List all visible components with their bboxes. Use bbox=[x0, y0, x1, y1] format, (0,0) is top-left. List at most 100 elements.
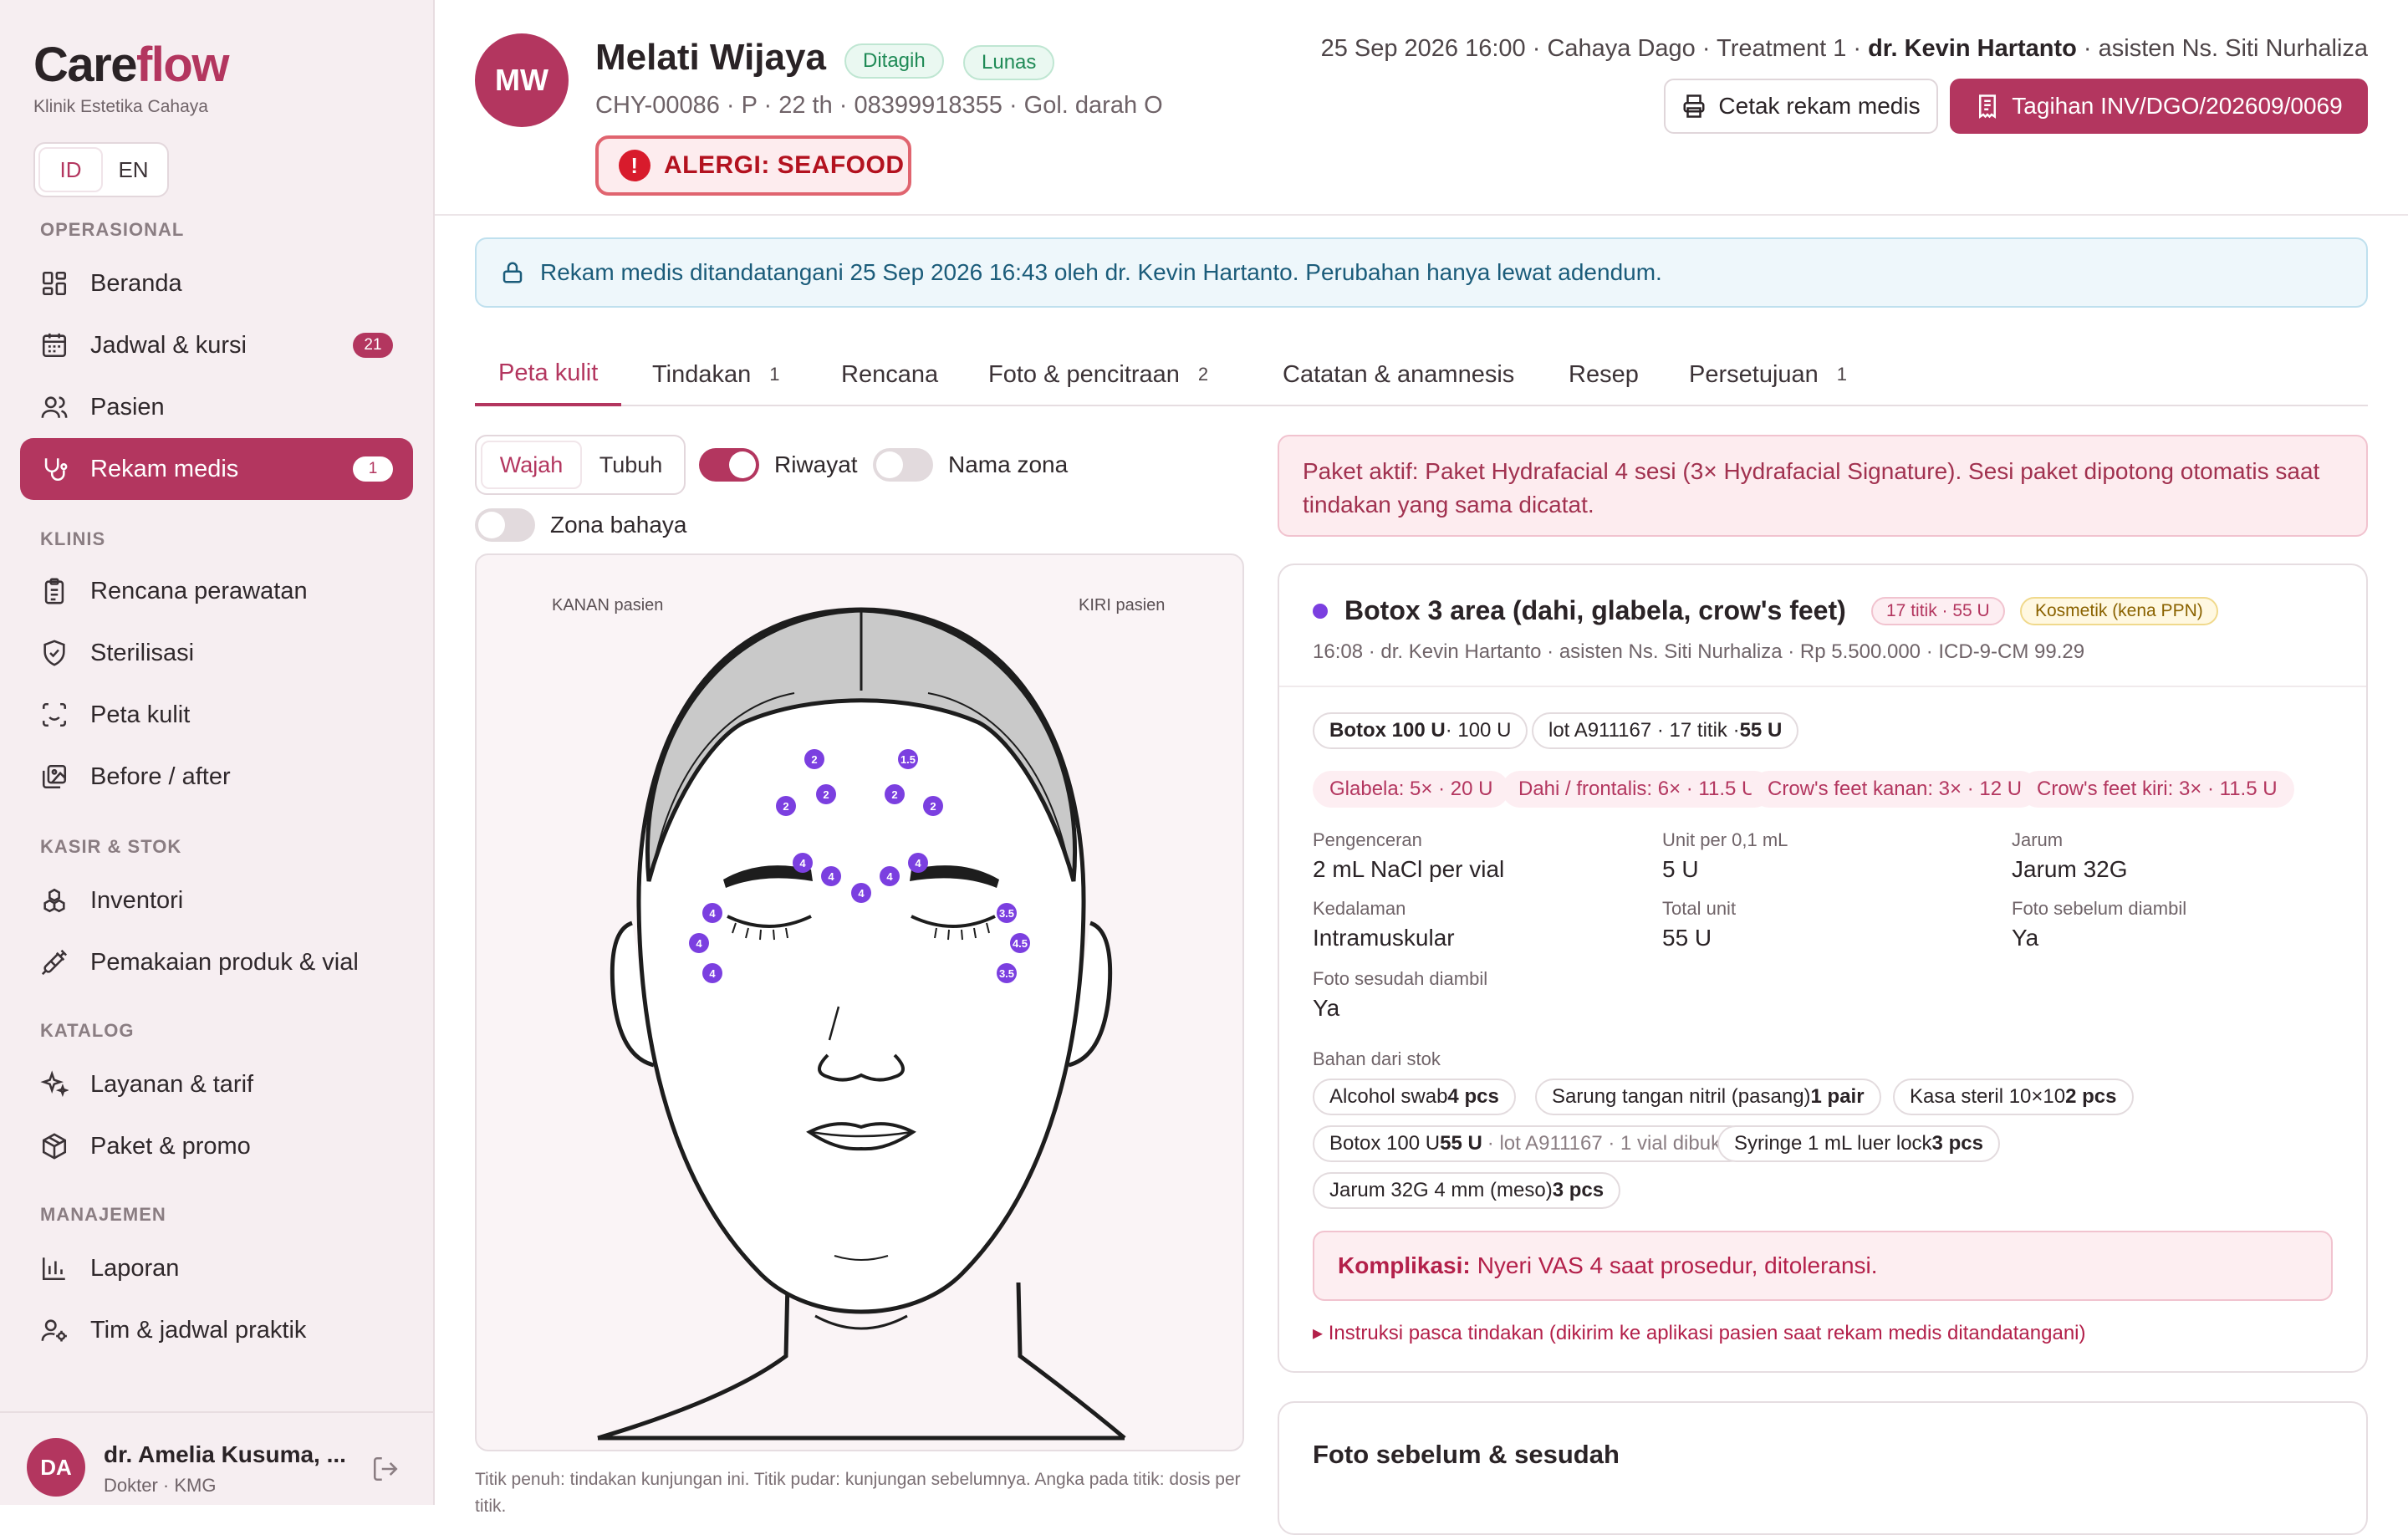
injection-point[interactable]: 2 bbox=[776, 796, 796, 816]
tab-foto[interactable]: Foto & pencitraan 2 bbox=[988, 343, 1208, 406]
injection-point[interactable]: 4.5 bbox=[1010, 933, 1030, 953]
section-manajemen: MANAJEMEN bbox=[40, 1204, 166, 1225]
face-map-legend: Titik penuh: tindakan kunjungan ini. Tit… bbox=[475, 1470, 1241, 1516]
active-package-notice: Paket aktif: Paket Hydrafacial 4 sesi (3… bbox=[1278, 435, 2368, 537]
history-toggle[interactable]: Riwayat bbox=[699, 448, 858, 482]
lang-en-option[interactable]: EN bbox=[103, 147, 164, 192]
right-side-label: KANAN pasien bbox=[552, 596, 663, 615]
nav-label: Jadwal & kursi bbox=[90, 331, 247, 359]
post-procedure-instructions-toggle[interactable]: ▸ Instruksi pasca tindakan (dikirim ke a… bbox=[1313, 1321, 2086, 1345]
injection-point[interactable]: 4 bbox=[689, 933, 709, 953]
stock-chip: Sarung tangan nitril (pasang) 1 pair bbox=[1535, 1079, 1881, 1115]
nav-laporan[interactable]: Laporan bbox=[20, 1237, 413, 1299]
logout-icon[interactable] bbox=[371, 1455, 400, 1483]
svg-text:4: 4 bbox=[709, 907, 716, 920]
nav-label: Paket & promo bbox=[90, 1132, 251, 1160]
clinic-name: Klinik Estetika Cahaya bbox=[33, 97, 208, 116]
injection-point[interactable]: 4 bbox=[908, 853, 928, 873]
injection-point[interactable]: 2 bbox=[885, 784, 905, 804]
visit-info: 25 Sep 2026 16:00 · Cahaya Dago · Treatm… bbox=[1320, 35, 2368, 62]
injection-point[interactable]: 1.5 bbox=[898, 749, 918, 769]
svg-text:4: 4 bbox=[886, 870, 893, 883]
tab-tindakan[interactable]: Tindakan 1 bbox=[652, 343, 779, 406]
view-body-option[interactable]: Tubuh bbox=[582, 441, 680, 489]
photos-card: Foto sebelum & sesudah bbox=[1278, 1401, 2368, 1535]
tab-catatan[interactable]: Catatan & anamnesis bbox=[1283, 343, 1514, 406]
sidebar: Careflow Klinik Estetika Cahaya ID EN OP… bbox=[0, 0, 435, 1505]
language-switch[interactable]: ID EN bbox=[33, 142, 169, 197]
points-tag: 17 titik · 55 U bbox=[1871, 597, 2005, 625]
injection-point[interactable]: 4 bbox=[880, 866, 900, 886]
print-record-button[interactable]: Cetak rekam medis bbox=[1664, 79, 1938, 134]
danger-zone-toggle[interactable]: Zona bahaya bbox=[475, 508, 686, 542]
section-kasir-stok: KASIR & STOK bbox=[40, 836, 182, 857]
avatar[interactable]: DA bbox=[27, 1438, 85, 1497]
svg-text:3.5: 3.5 bbox=[999, 967, 1014, 980]
nav-jadwal[interactable]: Jadwal & kursi 21 bbox=[20, 314, 413, 376]
zone-names-toggle[interactable]: Nama zona bbox=[873, 448, 1068, 482]
nav-paket-promo[interactable]: Paket & promo bbox=[20, 1115, 413, 1177]
nav-peta-kulit[interactable]: Peta kulit bbox=[20, 684, 413, 746]
injection-point[interactable]: 2 bbox=[816, 784, 836, 804]
nav-inventori[interactable]: Inventori bbox=[20, 869, 413, 931]
nav-rekam-medis[interactable]: Rekam medis 1 bbox=[20, 438, 413, 500]
lock-icon bbox=[503, 262, 523, 283]
tab-rencana[interactable]: Rencana bbox=[841, 343, 938, 406]
invoice-button[interactable]: Tagihan INV/DGO/202609/0069 bbox=[1950, 79, 2368, 134]
shield-check-icon bbox=[43, 640, 65, 666]
lang-id-option[interactable]: ID bbox=[38, 147, 103, 192]
svg-text:4: 4 bbox=[696, 937, 702, 950]
section-katalog: KATALOG bbox=[40, 1020, 135, 1041]
stock-chip: Jarum 32G 4 mm (meso) 3 pcs bbox=[1313, 1172, 1621, 1209]
injection-point[interactable]: 4 bbox=[821, 866, 841, 886]
toggle-switch[interactable] bbox=[475, 508, 535, 542]
stock-chip: Syringe 1 mL luer lock 3 pcs bbox=[1717, 1125, 2000, 1162]
signed-notice: Rekam medis ditandatangani 25 Sep 2026 1… bbox=[475, 237, 2368, 308]
field-photo-after: Foto sesudah diambil Ya bbox=[1313, 968, 1488, 1021]
tab-resep[interactable]: Resep bbox=[1569, 343, 1639, 406]
injection-point[interactable]: 3.5 bbox=[997, 963, 1017, 983]
tab-peta-kulit[interactable]: Peta kulit bbox=[475, 343, 622, 406]
injection-point[interactable]: 4 bbox=[702, 963, 722, 983]
bar-chart-icon bbox=[42, 1257, 65, 1281]
sparkles-icon bbox=[40, 1070, 69, 1098]
nav-label: Tim & jadwal praktik bbox=[90, 1316, 307, 1344]
svg-text:2: 2 bbox=[811, 753, 817, 766]
injection-point[interactable]: 4 bbox=[851, 883, 871, 903]
stock-chip: Kasa steril 10×10 2 pcs bbox=[1893, 1079, 2134, 1115]
nav-before-after[interactable]: Before / after bbox=[20, 746, 413, 808]
brand-logo[interactable]: Careflow bbox=[33, 37, 229, 93]
procedure-meta: 16:08 · dr. Kevin Hartanto · asisten Ns.… bbox=[1313, 640, 2085, 663]
injection-point[interactable]: 2 bbox=[804, 749, 824, 769]
toggle-switch[interactable] bbox=[873, 448, 933, 482]
patient-avatar: MW bbox=[475, 33, 569, 127]
nav-tim-jadwal[interactable]: Tim & jadwal praktik bbox=[20, 1299, 413, 1361]
nav-label: Pemakaian produk & vial bbox=[90, 948, 359, 976]
nav-label: Rencana perawatan bbox=[90, 577, 308, 604]
face-map[interactable]: KANAN pasien KIRI pasien 2 1.5 2 2 2 2 4… bbox=[475, 553, 1244, 1451]
nav-beranda[interactable]: Beranda bbox=[20, 252, 413, 314]
section-klinis: KLINIS bbox=[40, 528, 106, 549]
view-face-option[interactable]: Wajah bbox=[481, 441, 582, 489]
nav-sterilisasi[interactable]: Sterilisasi bbox=[20, 622, 413, 684]
nav-label: Rekam medis bbox=[90, 455, 239, 482]
user-name: dr. Amelia Kusuma, ... bbox=[104, 1441, 346, 1467]
patient-name: Melati Wijaya bbox=[595, 37, 826, 78]
nav-layanan-tarif[interactable]: Layanan & tarif bbox=[20, 1053, 413, 1115]
toggle-switch[interactable] bbox=[699, 448, 759, 482]
svg-text:2: 2 bbox=[823, 788, 829, 801]
status-dot bbox=[1313, 603, 1328, 619]
nav-rencana-perawatan[interactable]: Rencana perawatan bbox=[20, 560, 413, 622]
section-operasional: OPERASIONAL bbox=[40, 219, 185, 240]
nav-label: Sterilisasi bbox=[90, 639, 195, 666]
nav-pemakaian-produk[interactable]: Pemakaian produk & vial bbox=[20, 931, 413, 993]
nav-pasien[interactable]: Pasien bbox=[20, 376, 413, 438]
view-switch[interactable]: Wajah Tubuh bbox=[475, 435, 686, 495]
injection-point[interactable]: 3.5 bbox=[997, 903, 1017, 923]
injection-point[interactable]: 4 bbox=[702, 903, 722, 923]
nav-label: Peta kulit bbox=[90, 701, 191, 728]
injection-point[interactable]: 2 bbox=[923, 796, 943, 816]
tab-persetujuan[interactable]: Persetujuan 1 bbox=[1689, 343, 1847, 406]
injection-point[interactable]: 4 bbox=[793, 853, 813, 873]
left-side-label: KIRI pasien bbox=[1079, 596, 1165, 615]
